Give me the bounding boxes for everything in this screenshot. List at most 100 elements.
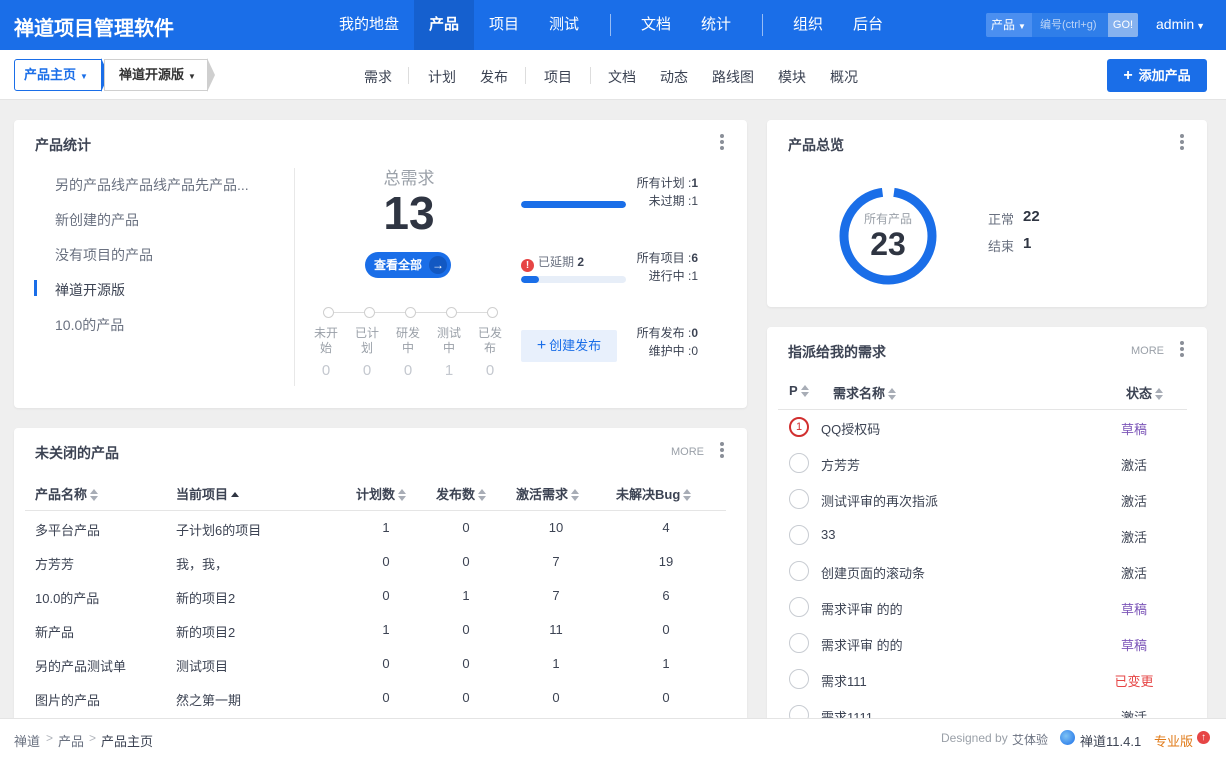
product-list-item-active[interactable]: 禅道开源版	[55, 280, 125, 300]
add-product-label: 添加产品	[1138, 68, 1191, 83]
current-project-link[interactable]: 我，我，	[176, 554, 228, 573]
footer-crumb-product[interactable]: 产品	[58, 731, 84, 750]
create-release-button[interactable]: + 创建发布	[521, 330, 617, 362]
subnav-plan[interactable]: 计划	[428, 67, 456, 87]
designer-link[interactable]: 艾体验	[1012, 731, 1048, 748]
more-link[interactable]: MORE	[671, 446, 704, 458]
story-name-link[interactable]: QQ授权码	[821, 419, 880, 438]
table-cell: 4	[662, 520, 670, 535]
nav-company[interactable]: 组织	[784, 0, 832, 50]
product-home-dropdown[interactable]: 产品主页 ▼	[14, 59, 102, 91]
story-name-link[interactable]: 测试评审的再次指派	[821, 491, 938, 510]
current-project-link[interactable]: 新的项目2	[176, 622, 235, 641]
product-name-link[interactable]: 方芳芳	[35, 554, 74, 573]
upgrade-arrow-icon[interactable]: ↑	[1197, 731, 1210, 744]
stat-value: 1	[691, 194, 698, 208]
user-menu[interactable]: admin ▼	[1156, 16, 1205, 32]
more-actions-icon[interactable]	[1180, 341, 1184, 359]
nav-project[interactable]: 项目	[480, 0, 528, 50]
card-title: 未关闭的产品	[35, 445, 119, 461]
product-name-link[interactable]: 图片的产品	[35, 690, 100, 709]
header-label: 计划数	[356, 487, 396, 502]
more-actions-icon[interactable]	[720, 442, 724, 460]
column-header[interactable]: 计划数	[356, 484, 407, 503]
nav-product[interactable]: 产品	[414, 0, 474, 50]
column-header[interactable]: 未解决Bug	[616, 484, 692, 503]
nav-my[interactable]: 我的地盘	[330, 0, 408, 50]
app-title[interactable]: 禅道项目管理软件	[14, 12, 174, 41]
project-progress-bar	[521, 276, 626, 283]
product-switcher-dropdown[interactable]: 禅道开源版 ▼	[104, 59, 208, 91]
story-name-link[interactable]: 需求评审 的的	[821, 635, 903, 654]
column-header[interactable]: 当前项目	[176, 484, 240, 503]
subnav-project[interactable]: 项目	[544, 67, 572, 87]
column-header[interactable]: 激活需求	[516, 484, 580, 503]
closed-value: 1	[1023, 235, 1032, 252]
product-name-link[interactable]: 另的产品测试单	[35, 656, 126, 675]
add-product-button[interactable]: + 添加产品	[1107, 59, 1207, 92]
nav-doc[interactable]: 文档	[632, 0, 680, 50]
subnav-dynamic[interactable]: 动态	[660, 67, 688, 87]
subnav-story[interactable]: 需求	[364, 67, 392, 87]
current-project-link[interactable]: 测试项目	[176, 656, 228, 675]
footer-crumb-separator: >	[89, 731, 97, 745]
footer-crumb-zentao[interactable]: 禅道	[14, 731, 40, 750]
subnav-doc[interactable]: 文档	[608, 67, 636, 87]
search-type-select[interactable]: 产品 ▼	[986, 13, 1032, 37]
product-list-item[interactable]: 10.0的产品	[55, 315, 124, 335]
column-header[interactable]: 需求名称	[833, 383, 897, 402]
stat-value: 1	[691, 176, 698, 190]
product-list-item[interactable]: 新创建的产品	[55, 210, 139, 230]
story-name-link[interactable]: 33	[821, 527, 835, 542]
story-status: 草稿	[1120, 422, 1147, 437]
pro-edition-link[interactable]: 专业版	[1154, 731, 1193, 750]
more-link[interactable]: MORE	[1131, 345, 1164, 357]
nav-admin[interactable]: 后台	[844, 0, 892, 50]
search-go-button[interactable]: GO!	[1108, 13, 1138, 37]
nav-test[interactable]: 测试	[540, 0, 588, 50]
footer-crumb-current: 产品主页	[101, 734, 154, 749]
product-name-link[interactable]: 10.0的产品	[35, 588, 99, 607]
stat-label: 所有计划 :	[636, 176, 692, 190]
column-header[interactable]: P	[789, 383, 809, 398]
product-list-item[interactable]: 没有项目的产品	[55, 245, 153, 265]
stage-dot	[405, 307, 416, 318]
subnav-roadmap[interactable]: 路线图	[712, 67, 754, 87]
table-cell: 1	[382, 520, 390, 535]
stage-label: 已发布	[477, 326, 502, 355]
story-status: 激活	[1120, 566, 1147, 581]
current-project-link[interactable]: 新的项目2	[176, 588, 235, 607]
all-projects-stat: 所有项目 :6	[614, 249, 698, 266]
product-list-item[interactable]: 另的产品线产品线产品先产品...	[55, 175, 249, 195]
nav-report[interactable]: 统计	[692, 0, 740, 50]
story-status: 已变更	[1114, 674, 1154, 689]
story-name-link[interactable]: 创建页面的滚动条	[821, 563, 925, 582]
table-cell: 0	[662, 622, 670, 637]
story-name-link[interactable]: 需求1111	[821, 707, 873, 718]
story-name-link[interactable]: 需求111	[821, 671, 867, 690]
priority-circle-icon	[789, 525, 809, 545]
top-navbar: 禅道项目管理软件 我的地盘 产品 项目 测试 文档 统计 组织 后台 产品▼ G…	[0, 0, 1226, 50]
current-project-link[interactable]: 然之第一期	[176, 690, 241, 709]
subnav-view[interactable]: 概况	[830, 67, 858, 87]
column-header[interactable]: 发布数	[436, 484, 487, 503]
story-name-link[interactable]: 方芳芳	[821, 455, 860, 474]
product-name-link[interactable]: 多平台产品	[35, 520, 100, 539]
column-header[interactable]: 产品名称	[35, 484, 99, 503]
product-stats-card: 产品统计 另的产品线产品线产品先产品... 新创建的产品 没有项目的产品 禅道开…	[14, 120, 747, 408]
column-header[interactable]: 状态	[1126, 383, 1164, 402]
current-project-link[interactable]: 子计划6的项目	[176, 520, 261, 539]
subnav-module[interactable]: 模块	[778, 67, 806, 87]
more-actions-icon[interactable]	[1180, 134, 1184, 152]
version-link[interactable]: 禅道11.4.1	[1080, 731, 1141, 750]
table-cell: 6	[662, 588, 670, 603]
table-header-divider	[778, 409, 1187, 410]
product-name-link[interactable]: 新产品	[35, 622, 74, 641]
create-release-label: 创建发布	[549, 338, 602, 353]
story-name-link[interactable]: 需求评审 的的	[821, 599, 903, 618]
stage-value: 0	[362, 362, 372, 379]
subnav-release[interactable]: 发布	[480, 67, 508, 87]
search-input[interactable]	[1032, 13, 1108, 37]
more-actions-icon[interactable]	[720, 134, 724, 152]
view-all-button[interactable]: 查看全部 →	[365, 252, 451, 278]
